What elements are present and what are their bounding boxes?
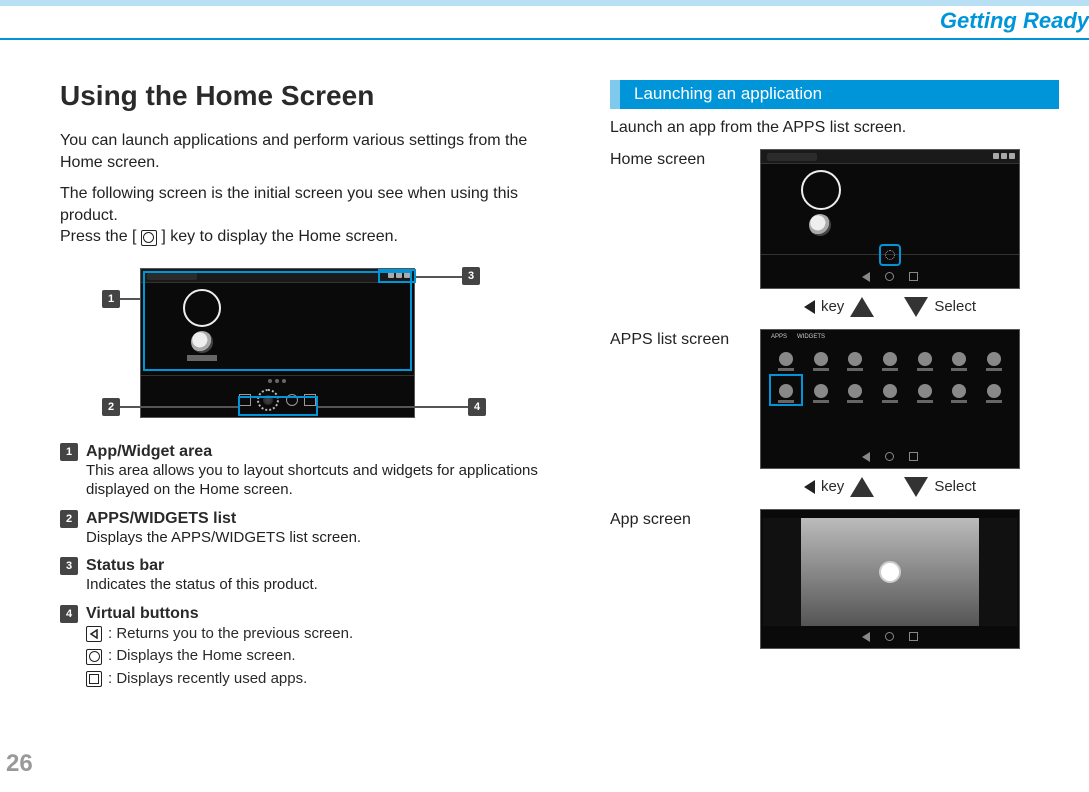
def-num-2: 2 [60, 510, 78, 528]
lead-line-1 [120, 298, 140, 300]
page-content: Using the Home Screen You can launch app… [0, 40, 1089, 700]
callout-num-1: 1 [102, 290, 120, 308]
def-item-2: 2 APPS/WIDGETS list Displays the APPS/WI… [60, 510, 560, 548]
intro-press-suffix: ] key to display the Home screen. [161, 228, 398, 245]
def-item-4: 4 Virtual buttons : Returns you to the p… [60, 605, 560, 691]
callout-num-4: 4 [468, 398, 486, 416]
app-selection-highlight [769, 374, 803, 406]
lead-line-4 [318, 406, 468, 408]
back-key-icon [86, 626, 102, 642]
apps-tabs: APPS WIDGETS [771, 334, 825, 340]
camera-preview [801, 518, 979, 626]
nav-key-label: key [821, 298, 844, 315]
arrow-down-icon [904, 297, 928, 317]
definition-list: 1 App/Widget area This area allows you t… [60, 443, 560, 691]
virtual-btn-home: : Displays the Home screen. [86, 645, 560, 668]
header-bar: Getting Ready [0, 0, 1089, 40]
page-indicator-dots [268, 379, 288, 383]
lead-line-2 [120, 406, 238, 408]
section-heading: Launching an application [610, 80, 1059, 109]
def-desc-1: This area allows you to layout shortcuts… [86, 461, 560, 500]
intro-press-prefix: Press the [ [60, 228, 136, 245]
flow-screen-apps: APPS WIDGETS [760, 329, 1020, 469]
flow-screen-app [760, 509, 1020, 649]
callout-num-2: 2 [102, 398, 120, 416]
back-triangle-icon [804, 300, 815, 314]
intro-paragraph-2: The following screen is the initial scre… [60, 183, 560, 248]
lead-line-3 [416, 276, 462, 278]
back-triangle-icon [804, 480, 815, 494]
nav-key-label-2: key [821, 478, 844, 495]
camera-side-left [763, 518, 801, 626]
page-number: 26 [6, 750, 33, 778]
device-divider [141, 375, 414, 376]
left-column: Using the Home Screen You can launch app… [60, 80, 560, 700]
home-key-icon [141, 230, 157, 246]
home-key-icon-small [86, 649, 102, 665]
camera-app-icon [809, 214, 831, 236]
virtual-btn-back-text: : Returns you to the previous screen. [108, 623, 353, 646]
def-num-3: 3 [60, 557, 78, 575]
nav-arrows-2: key Select [760, 473, 1020, 505]
virtual-btn-recent: : Displays recently used apps. [86, 668, 560, 691]
right-column: Launching an application Launch an app f… [610, 80, 1059, 700]
nav-select-label-2: Select [934, 478, 976, 495]
apps-grid [771, 348, 1009, 408]
callout-box-1 [143, 271, 412, 371]
camera-shutter-icon [879, 561, 901, 583]
virtual-btn-back: : Returns you to the previous screen. [86, 623, 560, 646]
def-title-1: App/Widget area [86, 443, 212, 461]
nav-select-label: Select [934, 298, 976, 315]
callout-num-3: 3 [462, 267, 480, 285]
clock-widget-icon [801, 170, 841, 210]
launch-flow: Home screen key Select [610, 149, 1059, 649]
camera-side-right [979, 518, 1017, 626]
apps-button-highlight [879, 244, 901, 266]
def-num-1: 1 [60, 443, 78, 461]
def-item-1: 1 App/Widget area This area allows you t… [60, 443, 560, 500]
def-item-3: 3 Status bar Indicates the status of thi… [60, 557, 560, 595]
arrow-down-icon [904, 477, 928, 497]
tab-apps: APPS [771, 334, 787, 340]
virtual-btn-recent-text: : Displays recently used apps. [108, 668, 307, 691]
intro-paragraph-1: You can launch applications and perform … [60, 130, 560, 173]
chapter-title: Getting Ready [940, 8, 1089, 34]
flow-label-app: App screen [610, 509, 750, 649]
def-title-3: Status bar [86, 557, 164, 575]
def-num-4: 4 [60, 605, 78, 623]
section-intro: Launch an app from the APPS list screen. [610, 117, 1059, 139]
page-title: Using the Home Screen [60, 80, 560, 112]
nav-arrows-1: key Select [760, 293, 1020, 325]
callout-box-4 [238, 396, 318, 416]
flow-label-home: Home screen [610, 149, 750, 289]
intro-line-a: The following screen is the initial scre… [60, 185, 518, 224]
virtual-btn-home-text: : Displays the Home screen. [108, 645, 296, 668]
arrow-up-icon [850, 297, 874, 317]
flow-screen-home [760, 149, 1020, 289]
def-title-2: APPS/WIDGETS list [86, 510, 236, 528]
home-screen-diagram: 1 2 3 4 [60, 258, 560, 418]
arrow-up-icon [850, 477, 874, 497]
callout-box-3 [378, 269, 416, 283]
tab-widgets: WIDGETS [797, 334, 825, 340]
recent-key-icon [86, 671, 102, 687]
def-title-4: Virtual buttons [86, 605, 199, 623]
def-desc-3: Indicates the status of this product. [86, 575, 560, 595]
def-desc-2: Displays the APPS/WIDGETS list screen. [86, 528, 560, 548]
flow-label-apps: APPS list screen [610, 329, 750, 469]
